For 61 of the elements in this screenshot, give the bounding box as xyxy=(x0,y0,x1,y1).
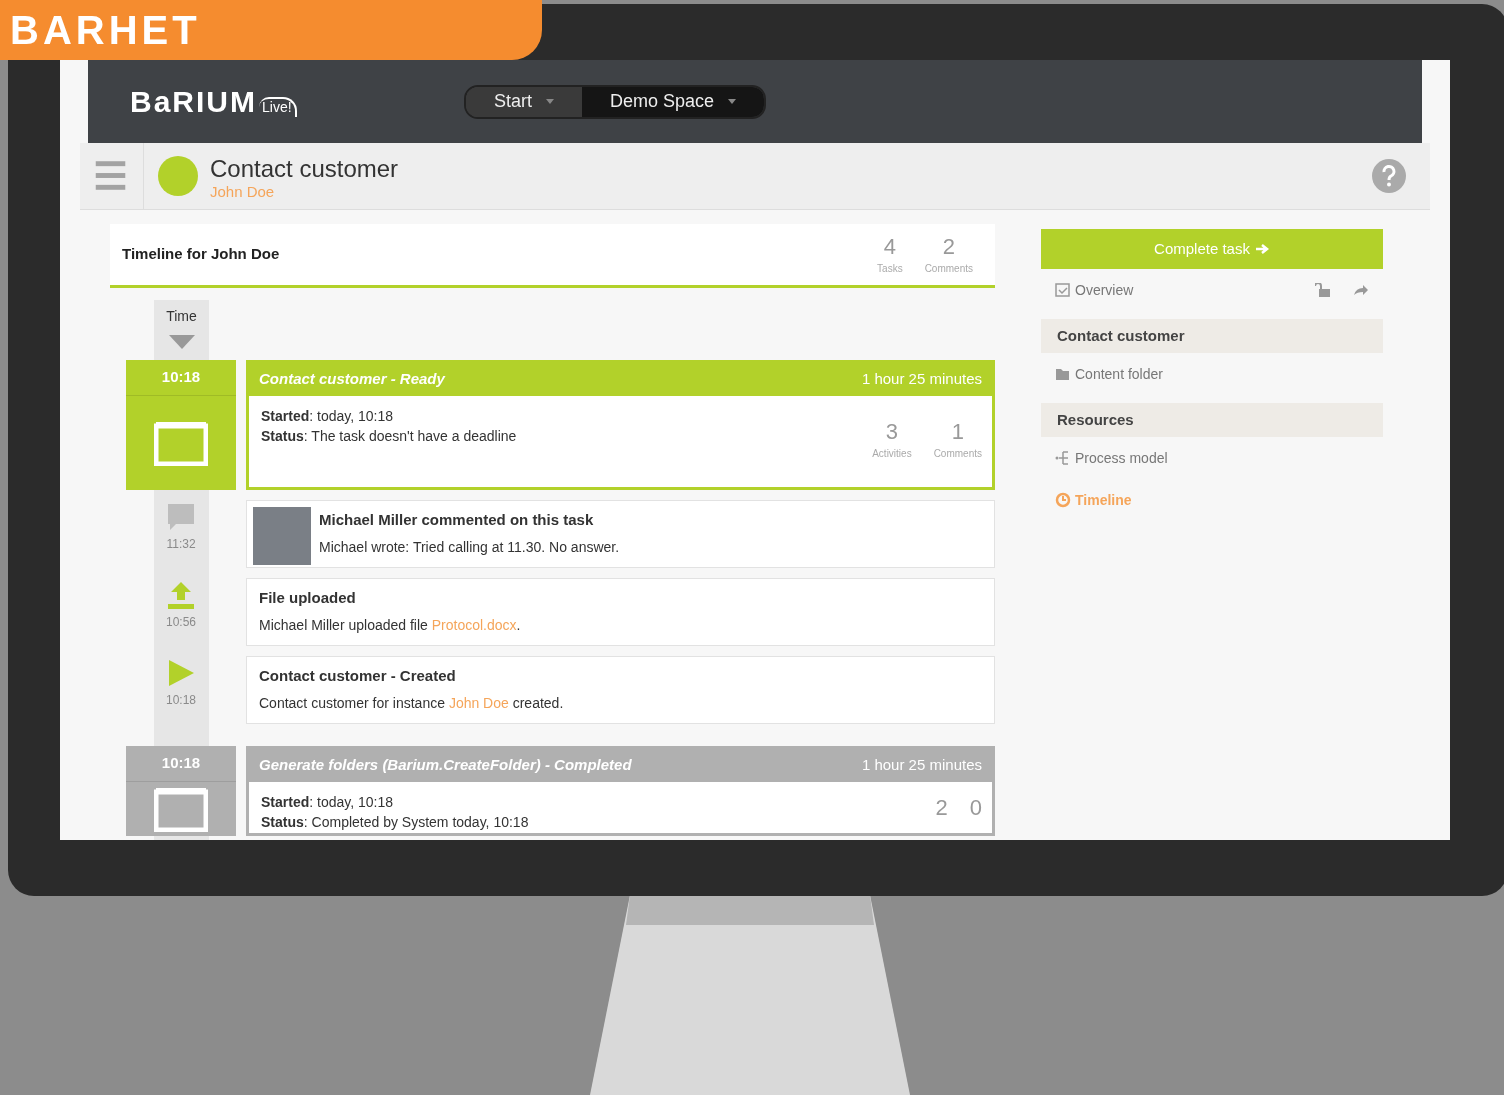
activity-title: File uploaded xyxy=(259,588,357,608)
task-field: Status: Completed by System today, 10:18 xyxy=(261,812,936,832)
avatar-photo-placeholder xyxy=(253,507,311,565)
play-icon xyxy=(167,660,195,687)
sidebar-link[interactable]: Content folder xyxy=(1055,363,1163,385)
sidebar-section-header: Contact customer xyxy=(1041,319,1383,353)
timeline-title: Timeline for John Doe xyxy=(122,244,281,265)
activity-text: Michael wrote: Tried calling at 11.30. No answer. xyxy=(319,537,620,557)
help-icon[interactable] xyxy=(1372,159,1406,193)
upload-icon xyxy=(167,582,195,609)
status-dot-icon xyxy=(158,156,198,196)
count-label: Tasks xyxy=(877,261,903,276)
activity-text: Contact customer for instance John Doe created. xyxy=(259,693,564,713)
task-field: Started: today, 10:18 xyxy=(261,406,873,426)
count-value: 0 xyxy=(969,794,982,822)
tree-icon xyxy=(1055,450,1071,466)
task-title: Contact customer - Ready xyxy=(259,369,447,390)
activity-text: Michael Miller uploaded file Protocol.docx. xyxy=(259,615,521,635)
task-duration: 1 hour 25 minutes xyxy=(861,369,982,390)
arrow-right-icon xyxy=(1255,244,1270,254)
nav-dropdown[interactable]: Demo Space xyxy=(582,86,765,117)
logo-text: BaRIUM xyxy=(130,86,257,117)
count-value: 4 xyxy=(883,233,896,261)
task-time: 10:18 xyxy=(126,746,236,782)
nav-dropdown[interactable]: Start xyxy=(466,86,582,117)
count-label: Comments xyxy=(924,261,973,276)
sidebar-link[interactable]: Overview xyxy=(1055,279,1134,301)
count-value: 2 xyxy=(935,794,948,822)
speech-bubble-icon xyxy=(167,504,195,531)
banner-text: BARHET xyxy=(10,10,201,50)
sort-down-icon xyxy=(168,335,195,349)
task-field: Status: The task doesn't have a deadline xyxy=(261,426,873,446)
task-title: Generate folders (Barium.CreateFolder) - Completed xyxy=(259,755,633,776)
activity-time: 10:18 xyxy=(166,692,196,709)
folder-icon xyxy=(1055,366,1071,382)
count-label: Comments xyxy=(933,446,982,461)
caret-icon xyxy=(546,99,554,104)
sidebar-link[interactable]: Process model xyxy=(1055,447,1168,469)
activity-time: 10:56 xyxy=(166,614,196,631)
unlock-icon xyxy=(1315,283,1331,297)
activity-time: 11:32 xyxy=(166,536,196,553)
page-subtitle: John Doe xyxy=(210,183,276,199)
caret-icon xyxy=(728,99,737,104)
count-value: 1 xyxy=(951,418,964,446)
logo-badge: Live! xyxy=(259,97,297,117)
calendar-icon xyxy=(154,420,208,466)
calendar-check-icon xyxy=(1055,282,1071,298)
task-field: Started: today, 10:18 xyxy=(261,792,936,812)
count-label: Activities xyxy=(872,446,912,461)
time-column-label: Time xyxy=(166,307,197,326)
task-duration: 1 hour 25 minutes xyxy=(861,755,982,776)
activity-title: Contact customer - Created xyxy=(259,666,457,686)
task-time: 10:18 xyxy=(126,360,236,396)
page-title: Contact customer xyxy=(210,153,400,184)
count-value: 3 xyxy=(885,418,899,446)
share-arrow-icon xyxy=(1353,284,1369,296)
calendar-icon xyxy=(154,786,208,832)
clock-icon xyxy=(1055,492,1071,508)
sidebar-section-header: Resources xyxy=(1041,403,1383,437)
activity-title: Michael Miller commented on this task xyxy=(319,510,595,530)
count-value: 2 xyxy=(942,233,955,261)
